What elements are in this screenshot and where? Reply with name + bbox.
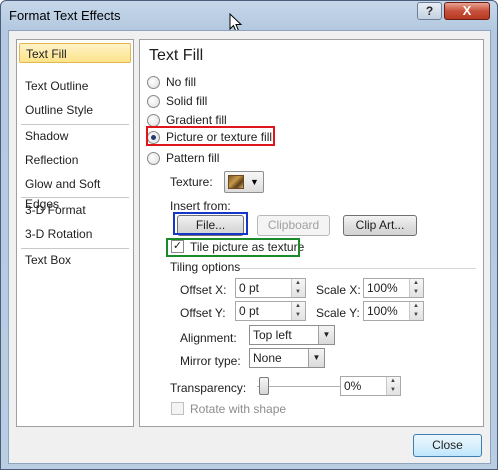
nav-item-text-fill[interactable]: Text Fill [19,43,131,63]
texture-label: Texture: [170,175,213,189]
nav-divider [21,197,129,198]
help-button[interactable]: ? [417,2,442,20]
spin-buttons[interactable]: ▲ ▼ [291,279,305,297]
format-text-effects-dialog: Format Text Effects ? X Text Fill Text O… [0,0,498,470]
radio-solid-fill[interactable]: Solid fill [147,93,207,109]
chevron-down-icon[interactable]: ▼ [318,326,334,344]
nav-divider [21,248,129,249]
radio-button[interactable] [147,75,160,89]
dialog-client-area: Text Fill Text Outline Outline Style Sha… [8,30,491,464]
tiling-options-label: Tiling options [170,260,241,274]
title-bar[interactable]: Format Text Effects ? X [1,1,497,33]
mirror-type-label: Mirror type: [180,354,241,368]
radio-label: No fill [166,75,197,89]
radio-label: Gradient fill [166,113,227,127]
spin-buttons[interactable]: ▲ ▼ [409,279,423,297]
chevron-down-icon: ▼ [250,177,259,187]
spin-up-icon[interactable]: ▲ [413,279,419,287]
offset-x-label: Offset X: [180,283,227,297]
close-button[interactable]: Close [413,434,482,457]
clipboard-button[interactable]: Clipboard [257,215,330,236]
nav-item-glow-soft-edges[interactable]: Glow and Soft Edges [25,174,129,211]
alignment-dropdown[interactable]: Top left ▼ [249,325,335,345]
alignment-label: Alignment: [180,331,237,345]
nav-item-reflection[interactable]: Reflection [25,150,129,170]
text-fill-panel: Text Fill No fill Solid fill Gradient fi… [139,39,484,427]
transparency-label: Transparency: [170,381,247,395]
radio-button[interactable] [147,113,160,127]
rotate-with-shape-label: Rotate with shape [190,402,287,416]
highlight-box-picture-fill [146,126,275,146]
offset-y-value: 0 pt [239,304,260,318]
scale-y-spinner[interactable]: 100% ▲ ▼ [363,301,424,321]
scale-x-label: Scale X: [316,283,361,297]
category-list: Text Fill Text Outline Outline Style Sha… [16,39,134,427]
nav-item-text-box[interactable]: Text Box [25,250,129,270]
spin-down-icon[interactable]: ▼ [295,288,301,296]
spin-buttons[interactable]: ▲ ▼ [409,302,423,320]
transparency-slider-track[interactable] [257,386,345,388]
nav-item-3d-rotation[interactable]: 3-D Rotation [25,224,129,244]
radio-no-fill[interactable]: No fill [147,74,196,90]
nav-item-text-outline[interactable]: Text Outline [25,76,129,96]
offset-y-spinner[interactable]: 0 pt ▲ ▼ [235,301,306,321]
radio-pattern-fill[interactable]: Pattern fill [147,150,219,166]
transparency-value: 0% [344,379,362,393]
chevron-down-icon[interactable]: ▼ [308,349,324,367]
scale-x-spinner[interactable]: 100% ▲ ▼ [363,278,424,298]
spin-down-icon[interactable]: ▼ [390,386,396,394]
window-close-button[interactable]: X [444,2,490,20]
alignment-value: Top left [253,328,292,342]
texture-picker-button[interactable]: ▼ [224,171,264,193]
mirror-type-dropdown[interactable]: None ▼ [249,348,325,368]
highlight-box-file-button [173,212,248,235]
scale-y-value: 100% [367,304,398,318]
transparency-spinner[interactable]: 0% ▲ ▼ [340,376,401,396]
spin-buttons[interactable]: ▲ ▼ [291,302,305,320]
nav-divider [21,124,129,125]
offset-y-label: Offset Y: [180,306,226,320]
nav-item-outline-style[interactable]: Outline Style [25,100,129,120]
nav-item-shadow[interactable]: Shadow [25,126,129,146]
spin-up-icon[interactable]: ▲ [295,279,301,287]
scale-y-label: Scale Y: [316,306,360,320]
window-title: Format Text Effects [9,8,121,23]
spin-down-icon[interactable]: ▼ [295,311,301,319]
spin-up-icon[interactable]: ▲ [390,377,396,385]
radio-label: Solid fill [166,94,208,108]
insert-from-label: Insert from: [170,199,231,213]
radio-button[interactable] [147,94,160,108]
spin-down-icon[interactable]: ▼ [413,311,419,319]
scale-x-value: 100% [367,281,398,295]
mirror-type-value: None [253,351,282,365]
spin-up-icon[interactable]: ▲ [295,302,301,310]
highlight-box-tile-checkbox [166,238,300,257]
offset-x-spinner[interactable]: 0 pt ▲ ▼ [235,278,306,298]
radio-button[interactable] [147,151,160,165]
texture-swatch-icon [228,175,244,189]
radio-label: Pattern fill [166,151,220,165]
spin-up-icon[interactable]: ▲ [413,302,419,310]
rotate-with-shape-checkbox[interactable] [171,402,184,415]
panel-title: Text Fill [149,47,204,64]
clip-art-button[interactable]: Clip Art... [343,215,417,236]
group-divider [240,268,476,269]
spin-down-icon[interactable]: ▼ [413,288,419,296]
nav-item-3d-format[interactable]: 3-D Format [25,200,129,220]
transparency-slider-thumb[interactable] [259,377,269,395]
spin-buttons[interactable]: ▲ ▼ [386,377,400,395]
offset-x-value: 0 pt [239,281,260,295]
